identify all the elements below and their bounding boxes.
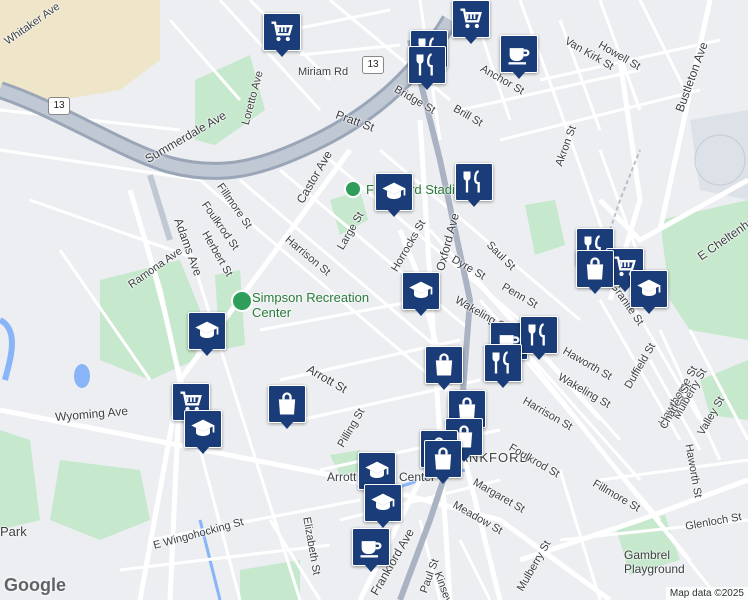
school-marker[interactable]: [402, 272, 440, 318]
cafe-marker[interactable]: [352, 528, 390, 574]
restaurant-marker[interactable]: [520, 316, 558, 362]
restaurant-icon: [455, 163, 493, 201]
school-marker[interactable]: [184, 410, 222, 456]
shopping-icon: [576, 250, 614, 288]
school-icon: [184, 410, 222, 448]
grocery-icon: [263, 13, 301, 51]
restaurant-icon: [408, 46, 446, 84]
restaurant-marker[interactable]: [455, 163, 493, 209]
park-pin[interactable]: [344, 180, 362, 198]
cafe-icon: [500, 35, 538, 73]
place-label: Gambrel Playground: [624, 548, 685, 576]
cafe-marker[interactable]: [500, 35, 538, 81]
cafe-icon: [352, 528, 390, 566]
grocery-marker[interactable]: [452, 0, 490, 46]
school-icon: [375, 173, 413, 211]
shopping-marker[interactable]: [576, 250, 614, 296]
restaurant-icon: [484, 344, 522, 382]
map-canvas[interactable]: 13 13 Simpson Recreation Center Frankfor…: [0, 0, 748, 600]
shopping-icon: [425, 346, 463, 384]
shopping-marker[interactable]: [425, 346, 463, 392]
shopping-icon: [424, 440, 462, 478]
shopping-marker[interactable]: [268, 385, 306, 431]
park-pin[interactable]: [231, 290, 253, 312]
school-marker[interactable]: [375, 173, 413, 219]
school-marker[interactable]: [364, 484, 402, 530]
school-icon: [364, 484, 402, 522]
restaurant-marker[interactable]: [408, 46, 446, 92]
restaurant-icon: [520, 316, 558, 354]
restaurant-marker[interactable]: [484, 344, 522, 390]
grocery-marker[interactable]: [263, 13, 301, 59]
school-icon: [630, 270, 668, 308]
school-marker[interactable]: [630, 270, 668, 316]
school-icon: [402, 272, 440, 310]
school-marker[interactable]: [188, 312, 226, 358]
place-label: Simpson Recreation Center: [252, 290, 370, 320]
grocery-icon: [452, 0, 490, 38]
google-logo: Google: [4, 575, 66, 595]
route-shield: 13: [362, 56, 384, 74]
school-icon: [188, 312, 226, 350]
route-shield: 13: [48, 97, 70, 115]
map-credit[interactable]: Map data ©2025: [665, 587, 748, 600]
shopping-marker[interactable]: [424, 440, 462, 486]
shopping-icon: [268, 385, 306, 423]
